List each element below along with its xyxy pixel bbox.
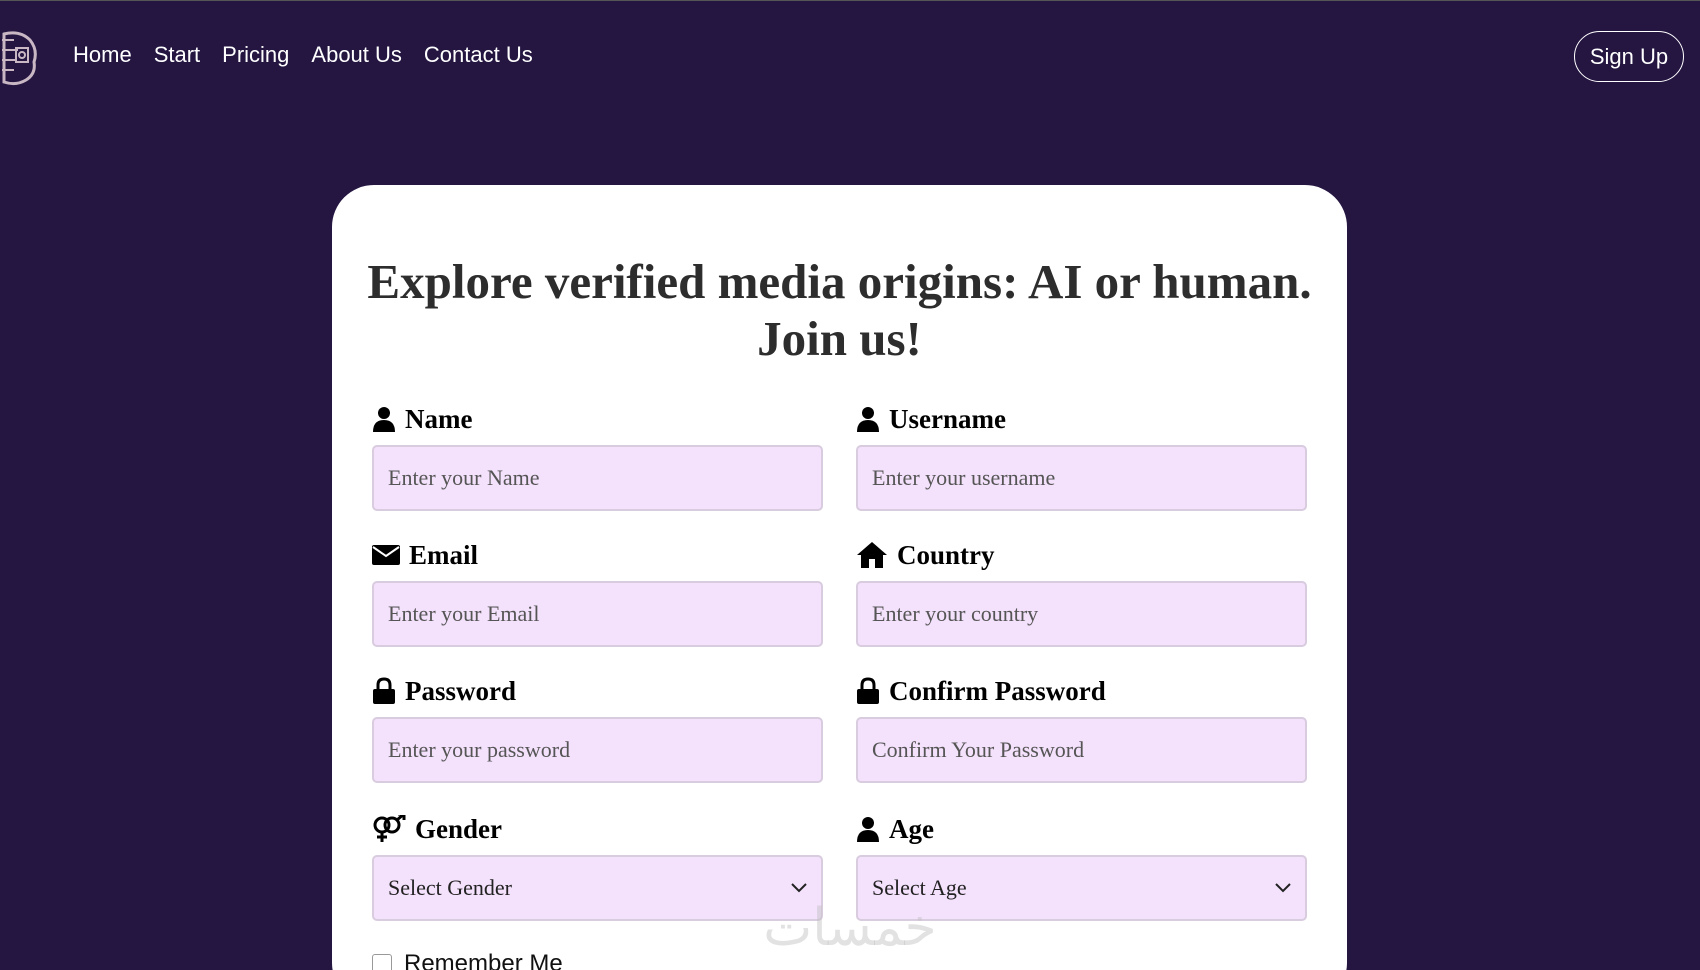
user-icon — [372, 406, 396, 432]
remember-me-checkbox[interactable] — [372, 954, 392, 970]
page-title: Explore verified media origins: AI or hu… — [367, 254, 1312, 366]
name-input[interactable] — [372, 445, 823, 511]
main-nav: Home Start Pricing About Us Contact Us — [73, 42, 533, 68]
lock-icon — [856, 677, 880, 705]
sign-up-button[interactable]: Sign Up — [1574, 31, 1684, 82]
chevron-down-icon — [1275, 883, 1291, 893]
email-label: Email — [409, 539, 479, 570]
brain-chip-logo-icon[interactable] — [0, 28, 38, 88]
chevron-down-icon — [791, 883, 807, 893]
user-icon — [856, 816, 880, 842]
name-label: Name — [405, 403, 473, 434]
remember-me: Remember Me — [372, 950, 563, 970]
password-label: Password — [405, 675, 517, 706]
lock-icon — [372, 677, 396, 705]
gender-select-value: Select Gender — [388, 875, 512, 900]
name-field-group: Name — [372, 403, 823, 511]
navbar: Home Start Pricing About Us Contact Us S… — [0, 0, 1700, 115]
nav-link-start[interactable]: Start — [154, 42, 200, 68]
country-input[interactable] — [856, 581, 1307, 647]
nav-link-about-us[interactable]: About Us — [311, 42, 402, 68]
gender-label: Gender — [415, 813, 502, 844]
username-label: Username — [889, 403, 1006, 434]
country-field-group: Country — [856, 539, 1307, 647]
envelope-icon — [372, 544, 400, 566]
password-input[interactable] — [372, 717, 823, 783]
email-field-group: Email — [372, 539, 823, 647]
username-field-group: Username — [856, 403, 1307, 511]
gender-field-group: Gender Select Gender — [372, 813, 823, 921]
user-icon — [856, 406, 880, 432]
home-icon — [856, 541, 888, 569]
confirm-password-field-group: Confirm Password — [856, 675, 1307, 783]
username-input[interactable] — [856, 445, 1307, 511]
confirm-password-input[interactable] — [856, 717, 1307, 783]
nav-link-pricing[interactable]: Pricing — [222, 42, 289, 68]
email-input[interactable] — [372, 581, 823, 647]
age-label: Age — [889, 813, 934, 844]
nav-link-home[interactable]: Home — [73, 42, 132, 68]
venus-mars-icon — [372, 815, 406, 843]
confirm-password-label: Confirm Password — [889, 675, 1106, 706]
age-select-value: Select Age — [872, 875, 967, 900]
age-select[interactable]: Select Age — [856, 855, 1307, 921]
nav-link-contact-us[interactable]: Contact Us — [424, 42, 533, 68]
password-field-group: Password — [372, 675, 823, 783]
remember-me-label: Remember Me — [404, 950, 563, 970]
gender-select[interactable]: Select Gender — [372, 855, 823, 921]
signup-card: Explore verified media origins: AI or hu… — [332, 185, 1347, 970]
country-label: Country — [897, 539, 995, 570]
age-field-group: Age Select Age — [856, 813, 1307, 921]
